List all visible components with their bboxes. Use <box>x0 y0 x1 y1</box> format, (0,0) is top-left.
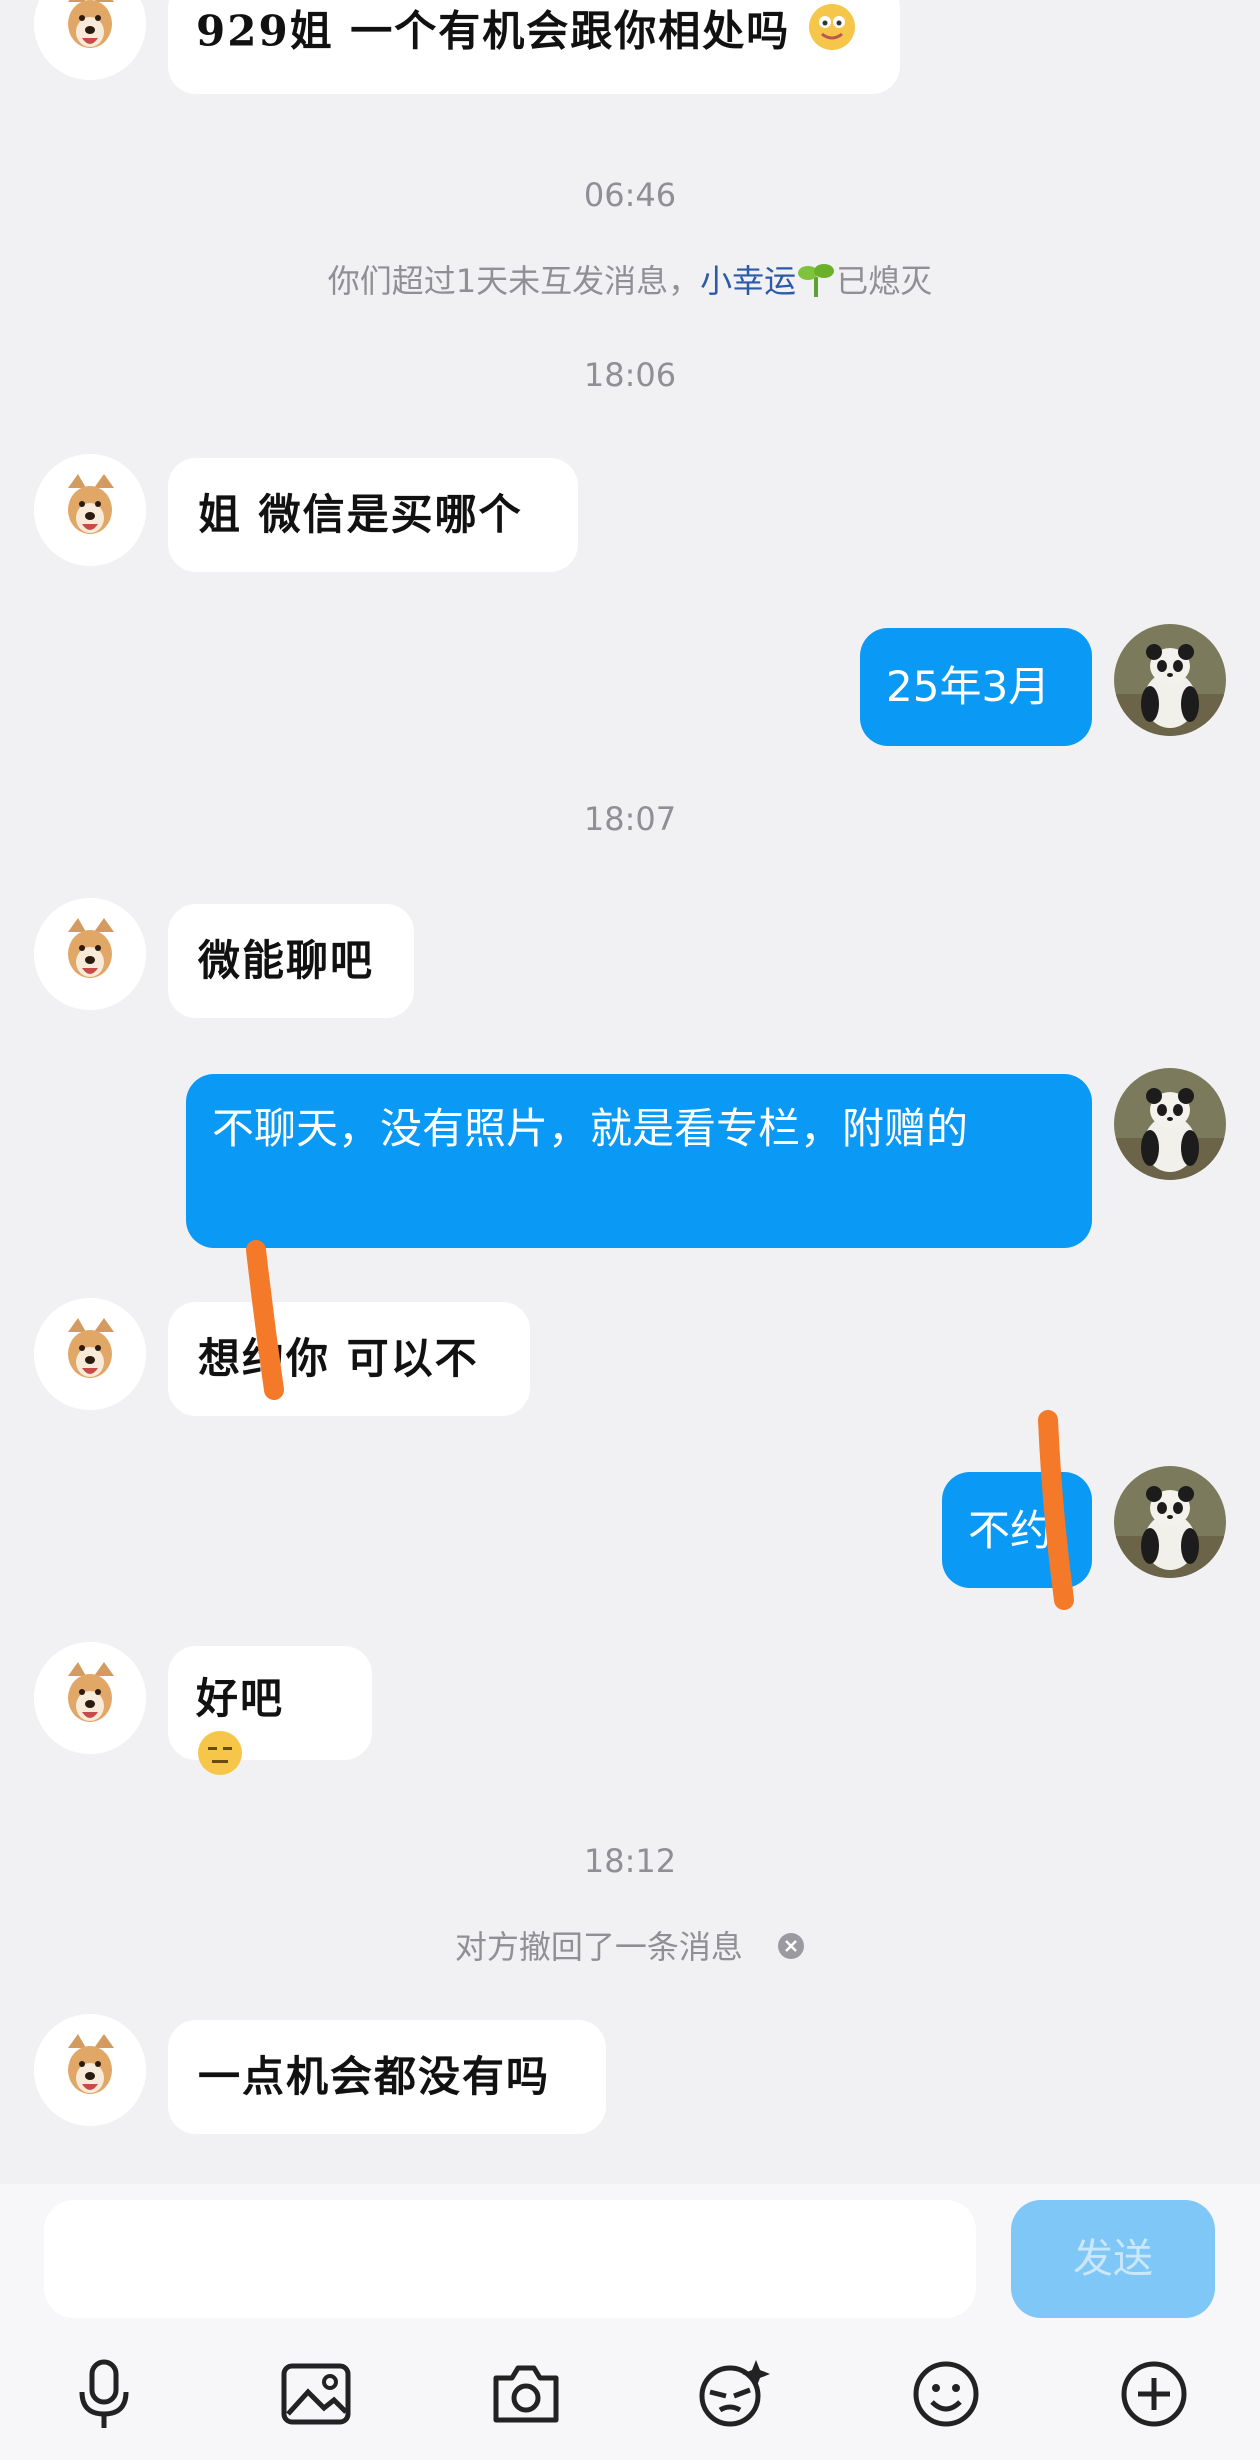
contact-avatar[interactable] <box>34 0 146 80</box>
sticker-icon[interactable] <box>690 2352 774 2436</box>
message-text: 929姐 一个有机会跟你相处吗 <box>196 6 791 56</box>
message-text: 姐 微信是买哪个 <box>198 490 523 539</box>
my-avatar[interactable] <box>1114 1068 1226 1180</box>
recall-notice: 对方撤回了一条消息 <box>0 1922 1260 1968</box>
timestamp: 18:12 <box>583 1842 677 1880</box>
notice-text: 已熄灭 <box>836 262 933 300</box>
incoming-message[interactable]: 姐 微信是买哪个 <box>168 458 578 572</box>
redaction-mark <box>246 1240 284 1400</box>
incoming-message[interactable]: 微能聊吧 <box>168 904 414 1018</box>
incoming-message[interactable]: 想约你 可以不 <box>168 1302 530 1416</box>
notice-text: 对方撤回了一条消息 <box>454 1928 743 1966</box>
my-avatar[interactable] <box>1114 1466 1226 1578</box>
emoji-icon[interactable] <box>904 2352 988 2436</box>
send-button[interactable]: 发送 <box>1011 2200 1215 2318</box>
plus-icon[interactable] <box>1112 2352 1196 2436</box>
contact-avatar[interactable] <box>34 1642 146 1754</box>
outgoing-message[interactable]: 不聊天，没有照片，就是看专栏，附赠的 <box>186 1074 1092 1248</box>
message-text: 一点机会都没有吗 <box>198 2052 551 2101</box>
incoming-message[interactable]: 好吧 <box>168 1646 372 1775</box>
close-icon[interactable] <box>777 1930 805 1968</box>
contact-avatar[interactable] <box>34 454 146 566</box>
system-notice: 你们超过1天未互发消息，小幸运 已熄灭 <box>0 256 1260 307</box>
smile-emoji-icon <box>807 2 857 67</box>
expressionless-emoji-icon <box>196 1729 244 1792</box>
contact-avatar[interactable] <box>34 898 146 1010</box>
redaction-mark <box>1038 1410 1074 1610</box>
contact-avatar[interactable] <box>34 1298 146 1410</box>
incoming-message[interactable]: 一点机会都没有吗 <box>168 2020 606 2134</box>
timestamp: 18:07 <box>583 800 677 838</box>
incoming-message[interactable]: 929姐 一个有机会跟你相处吗 <box>168 0 900 94</box>
sprout-icon <box>796 259 836 307</box>
notice-text: 你们超过1天未互发消息， <box>327 262 701 300</box>
contact-avatar[interactable] <box>34 2014 146 2126</box>
message-text: 25年3月 <box>886 662 1051 711</box>
my-avatar[interactable] <box>1114 624 1226 736</box>
message-text: 不聊天，没有照片，就是看专栏，附赠的 <box>212 1104 969 1153</box>
image-icon[interactable] <box>274 2352 358 2436</box>
timestamp: 18:06 <box>583 356 677 394</box>
streak-link[interactable]: 小幸运 <box>700 262 796 300</box>
outgoing-message[interactable]: 25年3月 <box>860 628 1092 746</box>
message-text: 微能聊吧 <box>198 936 375 985</box>
timestamp: 06:46 <box>583 176 677 214</box>
camera-icon[interactable] <box>484 2352 568 2436</box>
message-input[interactable] <box>44 2200 976 2318</box>
message-text: 好吧 <box>196 1674 285 1723</box>
microphone-icon[interactable] <box>62 2352 146 2436</box>
